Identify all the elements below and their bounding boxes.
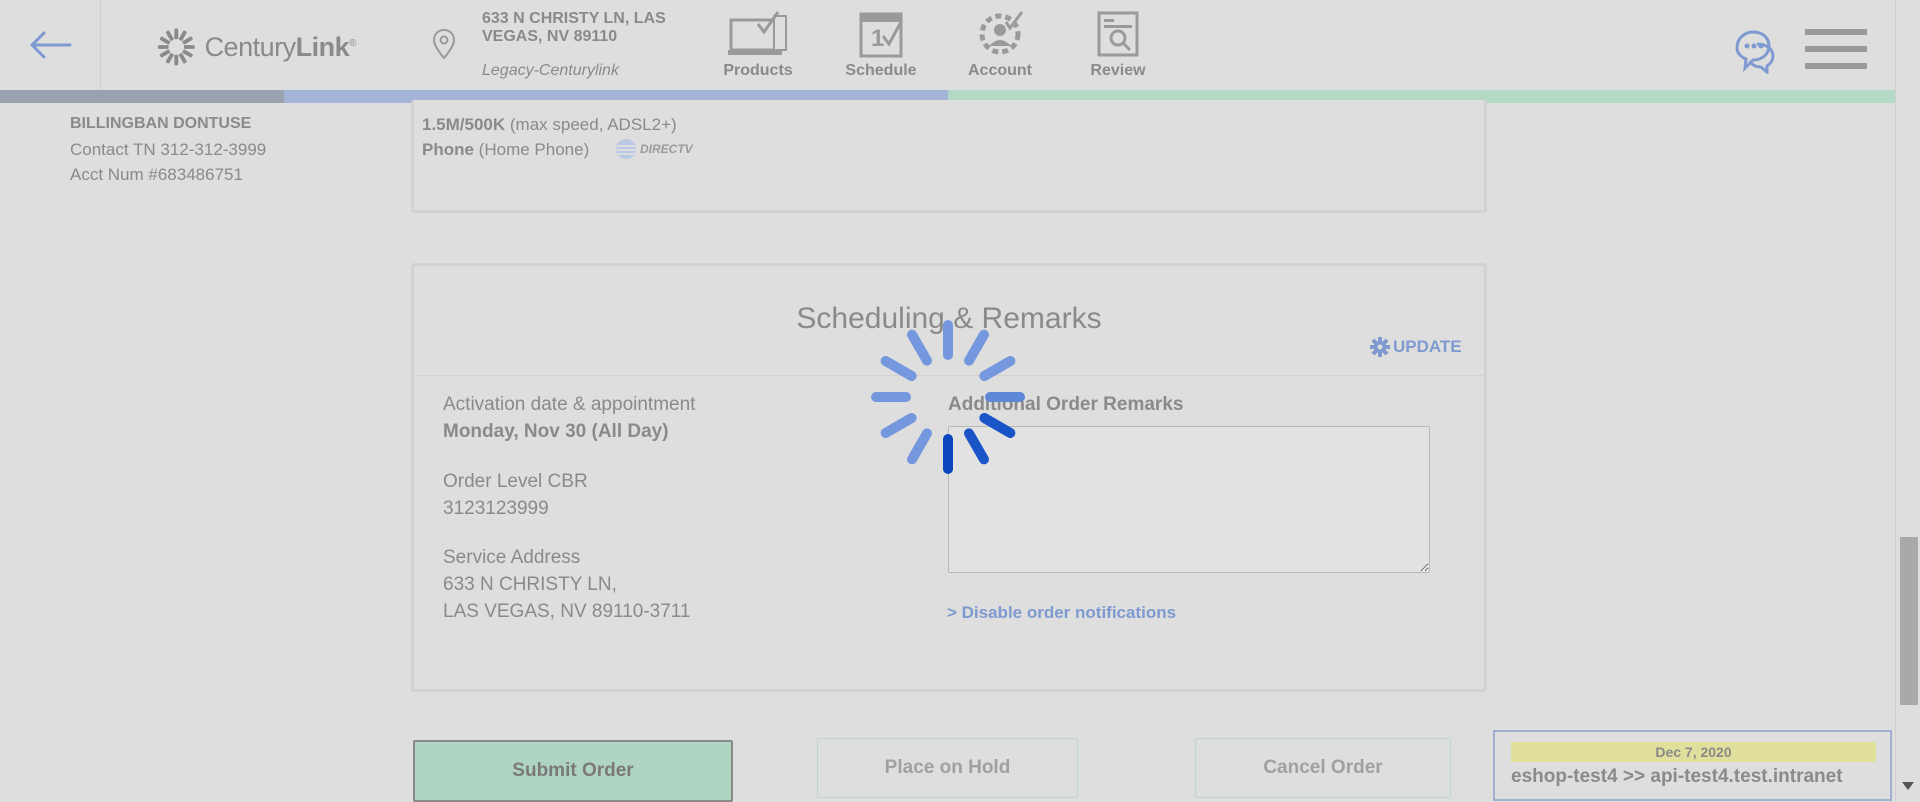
- att-globe-icon: [616, 139, 636, 159]
- phone-product-line: Phone (Home Phone): [422, 140, 589, 160]
- nav-products[interactable]: Products: [703, 10, 813, 82]
- nav-account-label: Account: [968, 62, 1032, 79]
- environment-badge: Dec 7, 2020 eshop-test4 >> api-test4.tes…: [1493, 730, 1892, 801]
- scrollbar-thumb[interactable]: [1900, 537, 1918, 705]
- update-button[interactable]: UPDATE: [1370, 337, 1462, 357]
- directv-text: DIRECTV: [640, 142, 693, 156]
- service-address-label: Service Address: [443, 547, 581, 568]
- back-arrow-icon: [30, 31, 72, 59]
- environment-date: Dec 7, 2020: [1511, 742, 1876, 762]
- progress-step-1: [0, 90, 284, 103]
- activation-value: Monday, Nov 30 (All Day): [443, 421, 669, 442]
- nav-schedule-label: Schedule: [845, 62, 917, 79]
- centurylink-logo-icon: [157, 28, 195, 66]
- scroll-down-arrow-icon[interactable]: [1902, 782, 1914, 790]
- nav-products-label: Products: [723, 62, 793, 79]
- schedule-icon: 1: [859, 12, 903, 58]
- nav-review-label: Review: [1090, 62, 1146, 79]
- directv-logo: DIRECTV: [615, 138, 693, 160]
- place-on-hold-button[interactable]: Place on Hold: [817, 738, 1078, 798]
- logo-text: CenturyLink®: [204, 31, 357, 62]
- account-type: Legacy-Centurylink: [482, 62, 619, 79]
- gear-icon: [1370, 337, 1390, 357]
- back-button[interactable]: [0, 0, 101, 90]
- svg-text:1: 1: [871, 25, 884, 52]
- nav-review[interactable]: Review: [1063, 10, 1173, 82]
- cbr-label: Order Level CBR: [443, 471, 588, 492]
- phone-detail: (Home Phone): [473, 140, 590, 159]
- internet-product-line: 1.5M/500K (max speed, ADSL2+): [422, 115, 677, 135]
- submit-order-button[interactable]: Submit Order: [413, 740, 733, 802]
- environment-text: eshop-test4 >> api-test4.test.intranet: [1511, 766, 1843, 787]
- customer-contact-tn: Contact TN 312-312-3999: [70, 140, 267, 159]
- nav-account[interactable]: Account: [945, 10, 1055, 82]
- products-icon: [728, 11, 787, 55]
- review-icon: [1097, 11, 1139, 57]
- internet-detail: (max speed, ADSL2+): [505, 115, 677, 134]
- location-pin-icon: [432, 28, 456, 65]
- loading-spinner-icon: [871, 320, 1025, 474]
- cancel-order-button[interactable]: Cancel Order: [1195, 738, 1451, 798]
- disable-notifications-link[interactable]: > Disable order notifications: [947, 603, 1176, 623]
- service-address-line1: 633 N CHRISTY LN,: [443, 574, 617, 595]
- chat-icon[interactable]: [1733, 28, 1777, 79]
- service-address-line2: LAS VEGAS, NV 89110-3711: [443, 601, 691, 622]
- update-label: UPDATE: [1393, 337, 1462, 356]
- activation-label: Activation date & appointment: [443, 394, 696, 415]
- cbr-value: 3123123999: [443, 498, 549, 519]
- service-address-header: 633 N CHRISTY LN, LAS VEGAS, NV 89110: [482, 10, 666, 45]
- vertical-scrollbar[interactable]: [1895, 0, 1920, 801]
- internet-speed: 1.5M/500K: [422, 115, 506, 134]
- account-icon: [979, 11, 1024, 55]
- customer-name: BILLINGBAN DONTUSE: [70, 115, 252, 132]
- customer-account-number: Acct Num #683486751: [70, 165, 243, 184]
- phone-label: Phone: [422, 140, 474, 159]
- centurylink-logo: CenturyLink®: [156, 24, 356, 70]
- nav-schedule[interactable]: 1 Schedule: [826, 10, 936, 82]
- hamburger-menu-icon[interactable]: [1805, 29, 1867, 74]
